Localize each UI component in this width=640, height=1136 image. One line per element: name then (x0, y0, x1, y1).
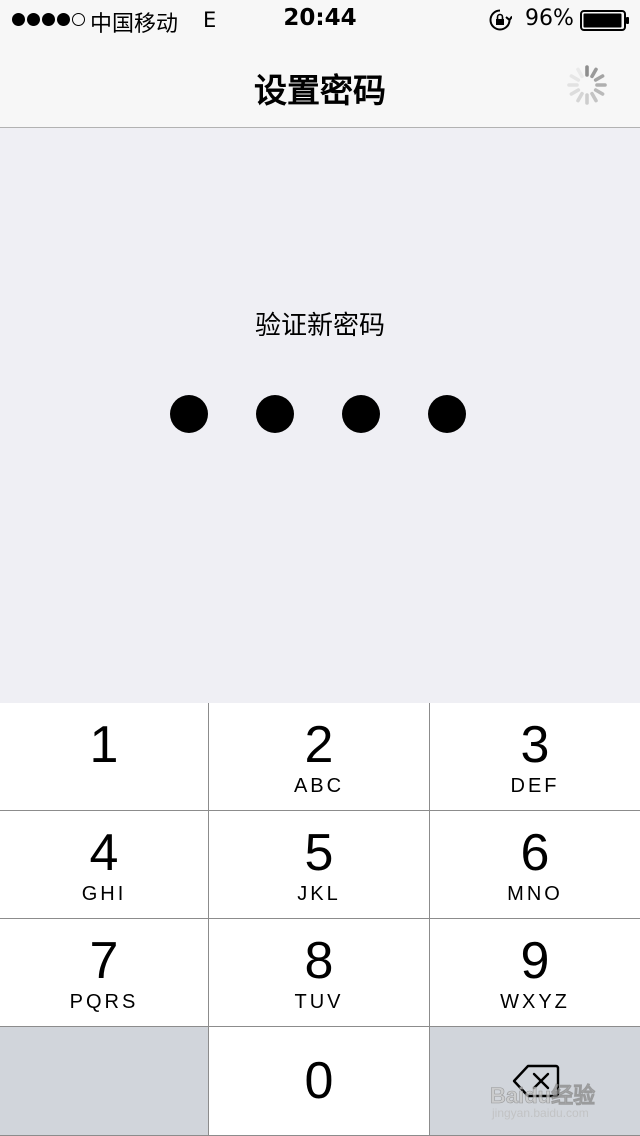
status-bar: 中国移动 E 20:44 96% (0, 0, 640, 40)
key-8[interactable]: 8 TUV (209, 919, 430, 1027)
passcode-indicator (170, 395, 466, 433)
key-0[interactable]: 0 (209, 1027, 430, 1136)
key-letters: JKL (297, 883, 341, 905)
battery-icon (580, 10, 629, 31)
key-digit: 6 (520, 824, 550, 882)
page-title: 设置密码 (254, 71, 386, 110)
key-digit: 9 (520, 932, 550, 990)
key-letters: WXYZ (500, 991, 570, 1013)
key-letters: DEF (510, 775, 560, 797)
key-digit: 7 (89, 932, 119, 990)
key-1[interactable]: 1 (0, 703, 209, 811)
passcode-prompt: 验证新密码 (254, 311, 385, 341)
watermark-url: jingyan.baidu.com (492, 1106, 589, 1120)
key-4[interactable]: 4 GHI (0, 811, 209, 919)
key-letters: GHI (81, 883, 127, 905)
key-digit: 8 (304, 932, 334, 990)
key-5[interactable]: 5 JKL (209, 811, 430, 919)
key-letters: MNO (507, 883, 563, 905)
passcode-dot-filled (342, 395, 380, 433)
navigation-bar: 设置密码 (0, 40, 640, 128)
key-digit: 5 (304, 824, 334, 882)
passcode-dot-filled (170, 395, 208, 433)
key-digit: 2 (304, 716, 334, 774)
key-digit: 3 (520, 716, 550, 774)
key-letters: PQRS (69, 991, 139, 1013)
loading-spinner-icon (567, 65, 607, 105)
passcode-dot-filled (428, 395, 466, 433)
passcode-dot-filled (256, 395, 294, 433)
key-digit: 0 (304, 1052, 334, 1110)
key-digit: 4 (89, 824, 119, 882)
key-letters: ABC (293, 775, 345, 797)
battery-percent: 96% (525, 6, 574, 31)
key-9[interactable]: 9 WXYZ (430, 919, 640, 1027)
key-blank (0, 1027, 209, 1136)
key-3[interactable]: 3 DEF (430, 703, 640, 811)
key-6[interactable]: 6 MNO (430, 811, 640, 919)
baidu-watermark: Baidu经验 jingyan.baidu.com (490, 1078, 630, 1128)
key-7[interactable]: 7 PQRS (0, 919, 209, 1027)
key-2[interactable]: 2 ABC (209, 703, 430, 811)
numeric-keypad: 1 2 ABC 3 DEF 4 GHI 5 JKL 6 MNO 7 PQRS 8… (0, 703, 640, 1136)
rotation-lock-icon (489, 9, 512, 31)
key-letters: TUV (294, 991, 344, 1013)
key-digit: 1 (89, 716, 119, 774)
